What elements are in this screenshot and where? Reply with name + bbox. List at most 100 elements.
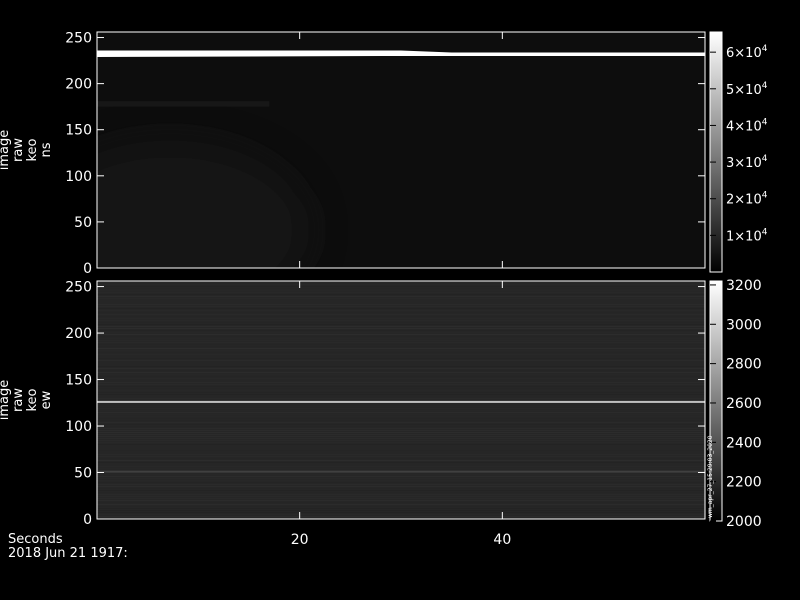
- texture-streak: [97, 392, 705, 393]
- bottom-cbar-tick-label: 2200: [726, 475, 762, 491]
- texture-streak: [97, 358, 705, 359]
- texture-streak: [97, 478, 705, 479]
- texture-streak: [97, 290, 705, 291]
- texture-streak: [97, 362, 705, 363]
- texture-streak: [97, 342, 705, 343]
- texture-streak: [97, 444, 705, 445]
- texture-streak: [97, 496, 705, 497]
- bottom-y-axis-label: image raw keo ew: [0, 380, 54, 421]
- texture-streak: [97, 428, 705, 429]
- texture-streak: [97, 370, 705, 371]
- texture-streak: [97, 304, 705, 305]
- texture-streak: [97, 512, 705, 513]
- xtick-label: 40: [493, 532, 511, 548]
- texture-streak: [97, 300, 705, 301]
- texture-streak: [97, 298, 705, 299]
- texture-streak: [97, 502, 705, 503]
- texture-streak: [97, 454, 705, 455]
- texture-streak: [97, 372, 705, 373]
- texture-streak: [97, 318, 705, 319]
- texture-streak: [97, 320, 705, 321]
- top-ytick-label: 200: [65, 77, 92, 93]
- texture-streak: [97, 340, 705, 341]
- top-ytick-label: 250: [65, 31, 92, 47]
- texture-streak: [97, 476, 705, 477]
- top-ylabel-line-4: ns: [39, 142, 54, 157]
- texture-streak: [97, 468, 705, 469]
- texture-streak: [97, 374, 705, 375]
- texture-streak: [97, 386, 705, 387]
- bottom-cbar-tick-label: 3200: [726, 278, 762, 294]
- texture-streak: [97, 332, 705, 333]
- texture-streak: [97, 418, 705, 419]
- texture-streak: [97, 452, 705, 453]
- top-cbar-tick-label: 1×104: [726, 227, 768, 244]
- bottom-cbar-tick-label: 2000: [726, 514, 762, 530]
- texture-streak: [97, 488, 705, 489]
- texture-streak: [97, 446, 705, 447]
- texture-streak: [97, 480, 705, 481]
- texture-streak: [97, 510, 705, 511]
- top-panel: 0 50 100 150 200 250 image raw keo ns 1×104 2×…: [0, 31, 768, 277]
- texture-streak: [97, 326, 705, 327]
- texture-streak: [97, 338, 705, 339]
- texture-streak: [97, 312, 705, 313]
- texture-streak: [97, 378, 705, 379]
- texture-streak: [97, 424, 705, 425]
- texture-streak: [97, 422, 705, 423]
- texture-streak: [97, 398, 705, 399]
- texture-streak: [97, 388, 705, 389]
- texture-streak: [97, 514, 705, 515]
- texture-streak: [97, 466, 705, 467]
- bottom-cbar-tick-label: 3000: [726, 317, 762, 333]
- top-y-axis-label: image raw keo ns: [0, 130, 54, 171]
- texture-streak: [97, 384, 705, 385]
- texture-streak: [97, 508, 705, 509]
- texture-streak: [97, 360, 705, 361]
- keogram-figure: 050100150200250 image raw keo ns 1×1042×…: [0, 31, 768, 561]
- xtick-label: 20: [291, 532, 309, 548]
- top-ytick-label: 50: [74, 215, 92, 231]
- top-cbar-tick-label: 5×104: [726, 81, 768, 98]
- texture-streak: [97, 464, 705, 465]
- texture-streak: [97, 482, 705, 483]
- texture-streak: [97, 336, 705, 337]
- texture-streak: [97, 344, 705, 345]
- texture-streak: [97, 368, 705, 369]
- bottom-ytick-label: 150: [65, 373, 92, 389]
- texture-streak: [97, 382, 705, 383]
- texture-streak: [97, 390, 705, 391]
- texture-streak: [97, 484, 705, 485]
- bottom-ytick-label: 250: [65, 280, 92, 296]
- top-cbar-tick-label: 2×104: [726, 191, 768, 208]
- texture-streak: [97, 356, 705, 357]
- top-ylabel-line-2: raw: [11, 138, 26, 162]
- top-faint-band: [97, 101, 270, 107]
- texture-streak: [97, 498, 705, 499]
- texture-streak: [97, 334, 705, 335]
- texture-streak: [97, 430, 705, 431]
- bottom-ytick-label: 100: [65, 419, 92, 435]
- texture-streak: [97, 302, 705, 303]
- texture-streak: [97, 436, 705, 437]
- texture-streak: [97, 410, 705, 411]
- texture-streak: [97, 500, 705, 501]
- texture-streak: [97, 474, 705, 475]
- texture-streak: [97, 324, 705, 325]
- texture-streak: [97, 442, 705, 443]
- texture-streak: [97, 434, 705, 435]
- bottom-ytick-label: 200: [65, 326, 92, 342]
- top-cbar-tick-label: 3×104: [726, 154, 768, 171]
- texture-streak: [97, 354, 705, 355]
- top-ylabel-line-3: keo: [25, 138, 40, 161]
- bottom-ytick-label: 50: [74, 466, 92, 482]
- bottom-cbar-tick-label: 2800: [726, 357, 762, 373]
- texture-streak: [97, 414, 705, 415]
- top-cbar-tick-label: 6×104: [726, 44, 768, 61]
- texture-streak: [97, 416, 705, 417]
- texture-streak: [97, 310, 705, 311]
- bottom-ylabel-line-3: keo: [25, 388, 40, 411]
- texture-streak: [97, 490, 705, 491]
- texture-streak: [97, 376, 705, 377]
- texture-streak: [97, 400, 705, 401]
